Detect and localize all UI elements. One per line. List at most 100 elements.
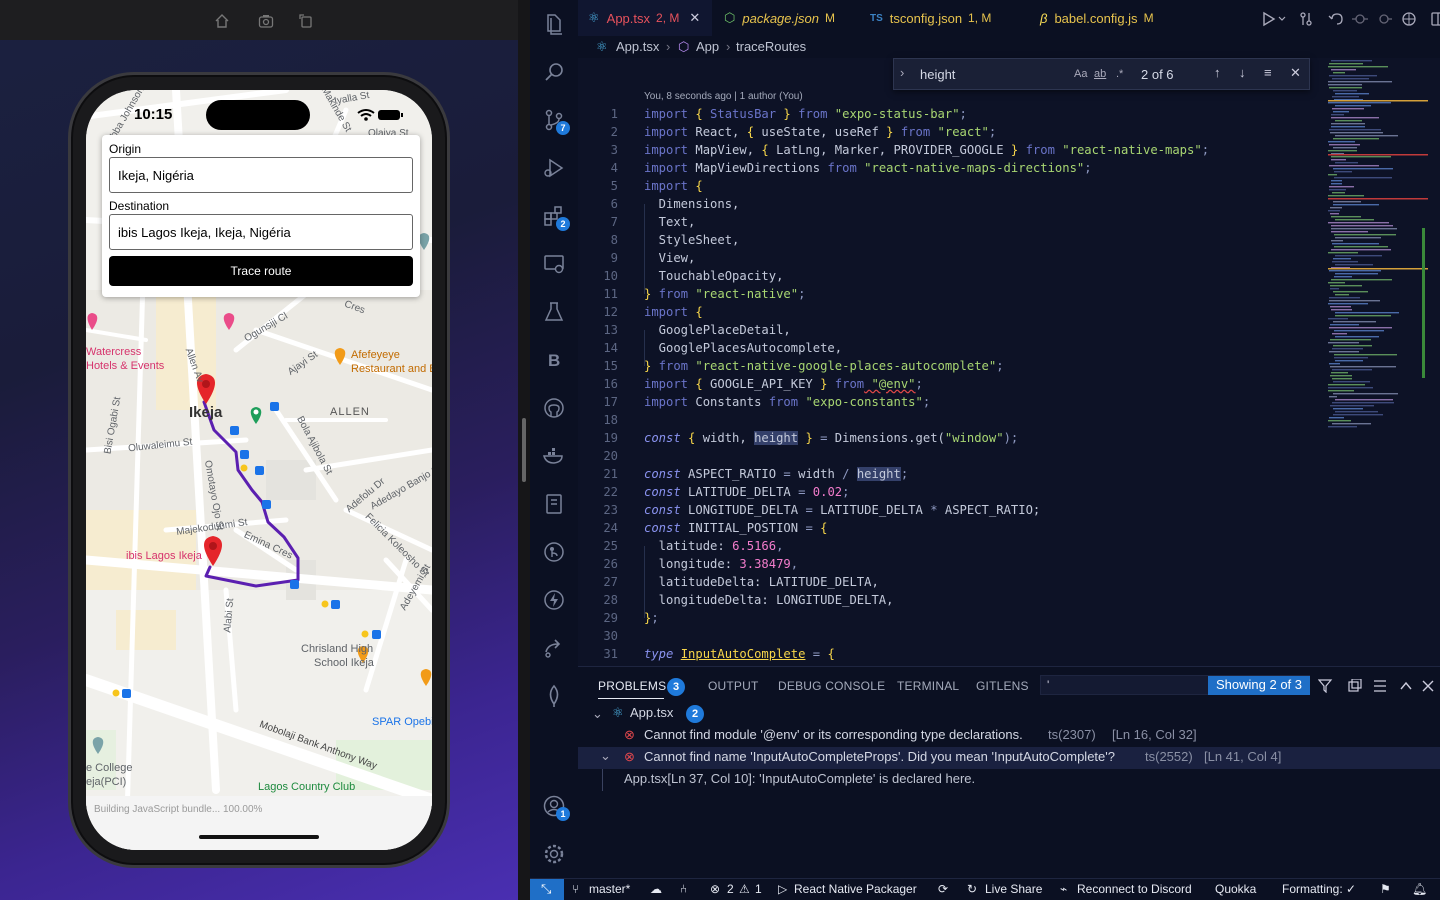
git-branch[interactable]: master*	[589, 882, 630, 896]
minimap-line	[1335, 255, 1382, 257]
next-match-icon[interactable]: ↓	[1239, 65, 1246, 80]
rotate-icon[interactable]	[298, 13, 314, 29]
refresh-icon[interactable]: ⟳	[938, 882, 948, 896]
git-graph-icon[interactable]: ⑃	[680, 882, 687, 896]
sync-cloud-icon[interactable]: ☁	[650, 882, 662, 896]
home-indicator[interactable]	[199, 835, 319, 839]
quokka-status[interactable]: Quokka	[1215, 882, 1256, 896]
find-input[interactable]: height	[920, 67, 955, 82]
lightning-icon[interactable]	[542, 588, 566, 612]
remote-indicator[interactable]: ⤡	[530, 879, 564, 900]
remote-explorer-icon[interactable]	[542, 252, 566, 276]
minimap-line	[1333, 90, 1357, 92]
bracket-b-icon[interactable]: B	[542, 348, 566, 372]
notifications-bell-icon[interactable]: 🔔︎	[1412, 882, 1427, 896]
code-line: GooglePlaceDetail,	[644, 323, 791, 337]
run-icon[interactable]	[1263, 11, 1286, 27]
warning-count[interactable]: 1	[755, 882, 762, 896]
map-label-chrisland: Chrisland High	[301, 643, 374, 655]
split-editor-icon[interactable]	[1431, 12, 1440, 26]
tab-babel-config[interactable]: β babel.config.js M	[1030, 0, 1190, 36]
github-icon[interactable]	[542, 396, 566, 420]
code-line: View,	[644, 251, 696, 265]
tab-package-json[interactable]: ⬡ package.json M	[714, 0, 854, 36]
close-find-icon[interactable]: ✕	[1290, 65, 1301, 81]
compare-changes-icon[interactable]	[1300, 12, 1312, 26]
map-label-lagos-country-club: Lagos Country Club	[258, 781, 356, 793]
error-count[interactable]: 2	[727, 882, 734, 896]
line-number: 26	[603, 557, 618, 571]
mongodb-leaf-icon[interactable]	[542, 684, 566, 708]
notebook-icon[interactable]	[542, 492, 566, 516]
tab-terminal[interactable]: TERMINAL	[897, 679, 959, 693]
chevron-down-icon[interactable]: ⌄	[592, 706, 603, 722]
minimap-line	[1331, 114, 1344, 116]
home-icon[interactable]	[214, 13, 230, 29]
minimap-line	[1332, 348, 1363, 350]
split-divider[interactable]	[518, 0, 530, 900]
destination-input[interactable]: ibis Lagos Ikeja, Ikeja, Nigéria	[109, 214, 413, 250]
problem-row[interactable]: ⊗ Cannot find module '@env' or its corre…	[578, 725, 1440, 747]
live-share-status[interactable]: Live Share	[985, 882, 1042, 896]
tab-gitlens[interactable]: GITLENS	[976, 679, 1029, 693]
regex-toggle[interactable]: .*	[1116, 68, 1123, 80]
breadcrumb-symbol[interactable]: App	[696, 39, 719, 54]
screenshot-icon[interactable]	[258, 13, 274, 29]
tab-tsconfig-json[interactable]: TS tsconfig.json 1, M	[860, 0, 1020, 36]
gitlens-inspect-icon[interactable]	[1402, 12, 1416, 26]
view-as-list-icon	[1374, 680, 1386, 692]
dynamic-island	[206, 100, 310, 130]
gitlens-icon[interactable]	[542, 540, 566, 564]
close-icon[interactable]: ✕	[689, 10, 700, 26]
minimap[interactable]	[1318, 58, 1440, 666]
minimap-line	[1335, 399, 1393, 401]
next-change-icon[interactable]	[1379, 14, 1392, 24]
code-editor[interactable]: You, 8 seconds ago | 1 author (You) 1234…	[578, 58, 1318, 666]
tab-app-tsx[interactable]: ⚛ App.tsx 2, M ✕	[578, 0, 712, 36]
problem-file-name[interactable]: App.tsx	[630, 705, 673, 720]
find-in-selection-icon[interactable]: ≡	[1264, 65, 1272, 80]
minimap-line	[1330, 339, 1371, 341]
docker-icon[interactable]	[542, 444, 566, 468]
toggle-replace-icon[interactable]: ›	[900, 65, 904, 80]
minimap-line	[1331, 309, 1352, 311]
breadcrumb-symbol[interactable]: traceRoutes	[736, 39, 806, 54]
map-label-ikeja: Ikeja	[189, 404, 223, 421]
related-information[interactable]: App.tsx[Ln 37, Col 10]: 'InputAutoComple…	[624, 771, 975, 786]
tab-output[interactable]: OUTPUT	[708, 679, 759, 693]
line-number: 22	[603, 485, 618, 499]
line-number: 4	[610, 161, 618, 175]
whole-word-toggle[interactable]: ab	[1094, 68, 1106, 80]
live-share-icon[interactable]	[542, 636, 566, 660]
testing-icon[interactable]	[542, 300, 566, 324]
map-label-college-2: eja(PCI)	[86, 776, 127, 788]
search-icon[interactable]	[542, 60, 566, 84]
tab-problems[interactable]: PROBLEMS	[598, 679, 666, 693]
tab-debug-console[interactable]: DEBUG CONSOLE	[778, 679, 885, 693]
origin-input[interactable]: Ikeja, Nigéria	[109, 157, 413, 193]
react-icon: ⚛	[596, 39, 608, 54]
warning-count-icon[interactable]: ⚠	[739, 882, 750, 896]
react-native-packager[interactable]: React Native Packager	[794, 882, 917, 896]
settings-gear-icon[interactable]	[542, 842, 566, 866]
git-blame-codelens[interactable]: You, 8 seconds ago | 1 author (You)	[644, 91, 803, 102]
previous-change-icon[interactable]	[1352, 14, 1368, 24]
revert-icon[interactable]	[1328, 13, 1343, 25]
tab-label: package.json	[742, 10, 819, 26]
breadcrumb-file[interactable]: App.tsx	[616, 39, 659, 54]
discord-status[interactable]: Reconnect to Discord	[1077, 882, 1192, 896]
trace-route-button[interactable]: Trace route	[109, 256, 413, 286]
map-label-college: e College	[86, 762, 133, 774]
minimap-line	[1328, 102, 1391, 104]
feedback-icon[interactable]: ⚑	[1380, 882, 1391, 896]
error-count-icon[interactable]: ⊗	[710, 882, 720, 896]
run-debug-icon[interactable]	[542, 156, 566, 180]
chevron-down-icon[interactable]: ⌄	[600, 748, 611, 764]
divider-grip[interactable]	[522, 418, 526, 482]
formatting-status[interactable]: Formatting: ✓	[1282, 882, 1356, 896]
component-icon: ⬡	[678, 39, 690, 54]
match-case-toggle[interactable]: Aa	[1074, 68, 1087, 80]
problem-row-selected[interactable]: ⌄ ⊗ Cannot find name 'InputAutoCompleteP…	[578, 747, 1440, 769]
previous-match-icon[interactable]: ↑	[1214, 65, 1221, 80]
explorer-icon[interactable]	[542, 12, 566, 36]
